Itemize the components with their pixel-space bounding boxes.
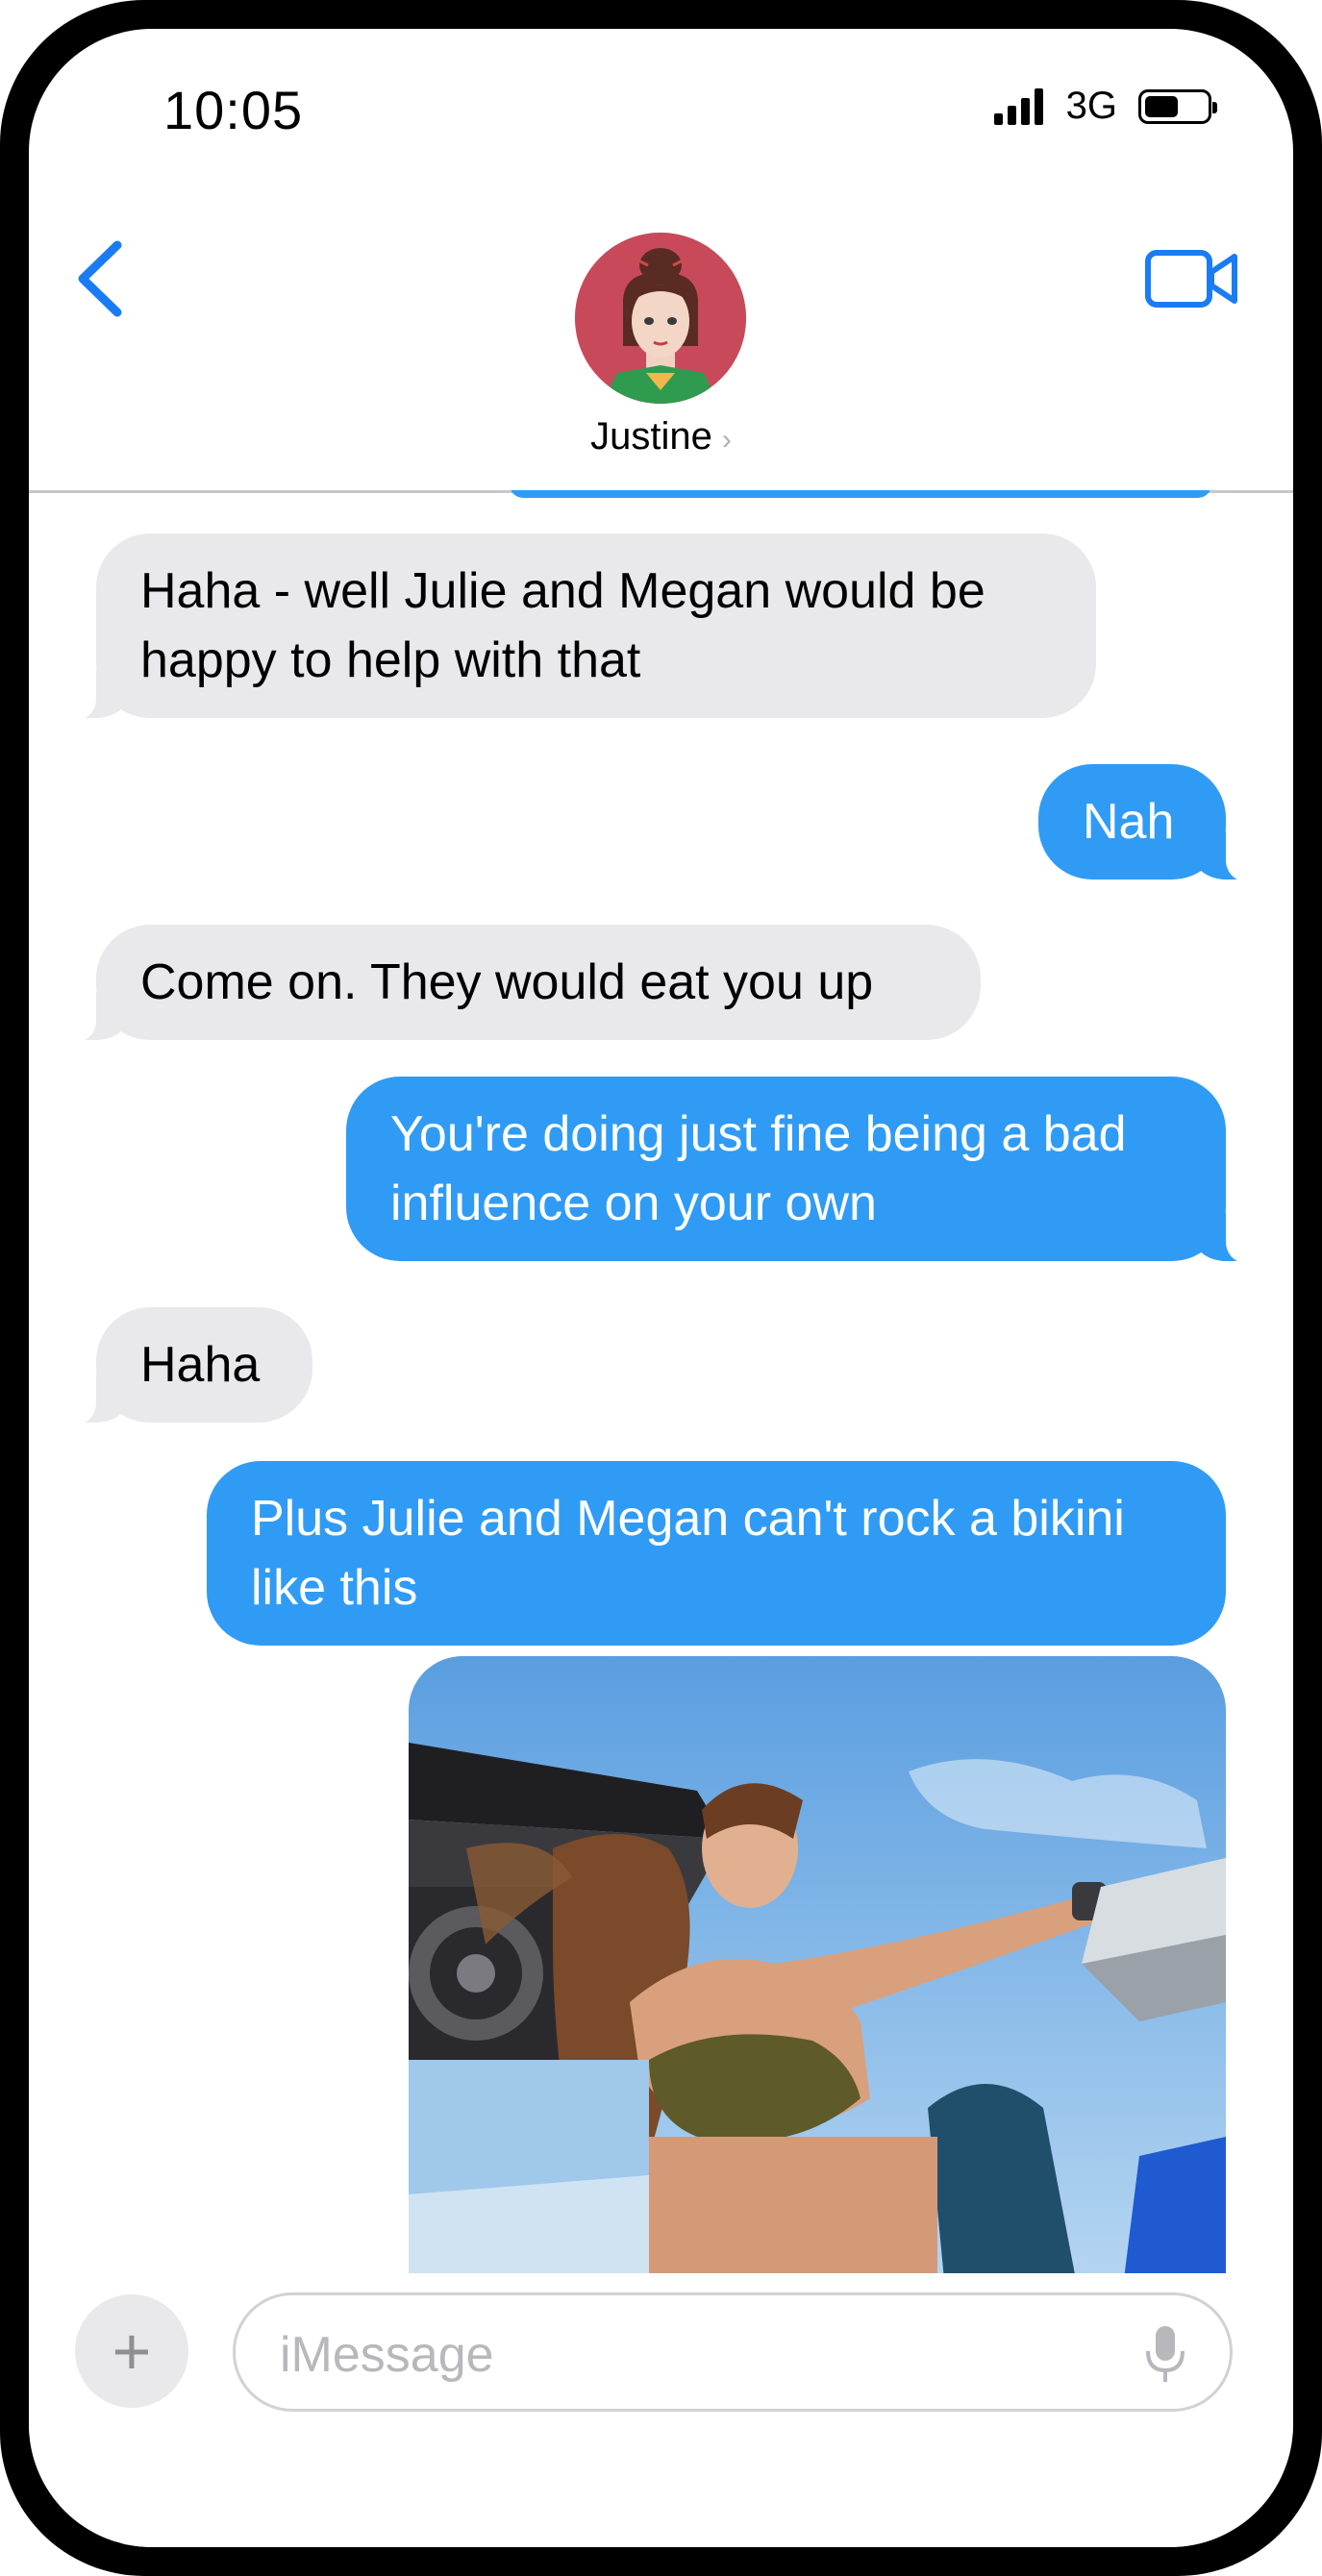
conversation-header: Justine › [29,183,1293,493]
status-indicators: 3G [993,85,1217,128]
video-call-icon[interactable] [1144,245,1240,312]
screen: 10:05 3G Justine › Haha - well Julie and… [29,29,1293,2547]
outgoing-message[interactable]: You're doing just fine being a bad influ… [346,1077,1260,1263]
back-chevron-icon[interactable] [67,235,135,322]
beach-boat-photo-image [409,1656,1226,2273]
contact-name[interactable]: Justine › [29,415,1293,458]
plus-icon: + [112,2314,152,2389]
message-text: Nah [1083,794,1175,850]
battery-icon [1138,88,1217,124]
message-text: Come on. They would eat you up [140,954,874,1010]
chevron-right-icon: › [721,424,732,456]
message-text: Haha - well Julie and Megan would be hap… [140,563,985,688]
message-input-field[interactable] [233,2292,1233,2412]
incoming-message[interactable]: Haha - well Julie and Megan would be hap… [62,533,1096,720]
message-composer: + [29,2273,1293,2547]
signal-icon [993,87,1043,125]
microphone-icon[interactable] [1143,2324,1187,2386]
outgoing-message[interactable]: Nah [1038,764,1260,881]
message-text: Haha [140,1337,261,1393]
contact-avatar[interactable] [575,233,746,404]
incoming-message[interactable]: Haha [62,1307,312,1424]
contact-name-label: Justine [590,415,712,458]
message-input[interactable] [278,2322,1109,2388]
message-text: You're doing just fine being a bad influ… [390,1106,1127,1231]
partial-message-bubble [510,490,1211,498]
message-text: Plus Julie and Megan can't rock a bikini… [251,1491,1125,1616]
outgoing-message[interactable]: Plus Julie and Megan can't rock a bikini… [207,1461,1226,1646]
add-attachment-button[interactable]: + [75,2294,188,2408]
status-time: 10:05 [163,80,304,140]
message-thread: Haha - well Julie and Megan would be hap… [29,490,1293,2273]
incoming-message[interactable]: Come on. They would eat you up [62,925,981,1042]
phone-frame: 10:05 3G Justine › Haha - well Julie and… [0,0,1322,2576]
attached-photo[interactable] [409,1656,1226,2273]
network-type: 3G [1065,85,1117,127]
